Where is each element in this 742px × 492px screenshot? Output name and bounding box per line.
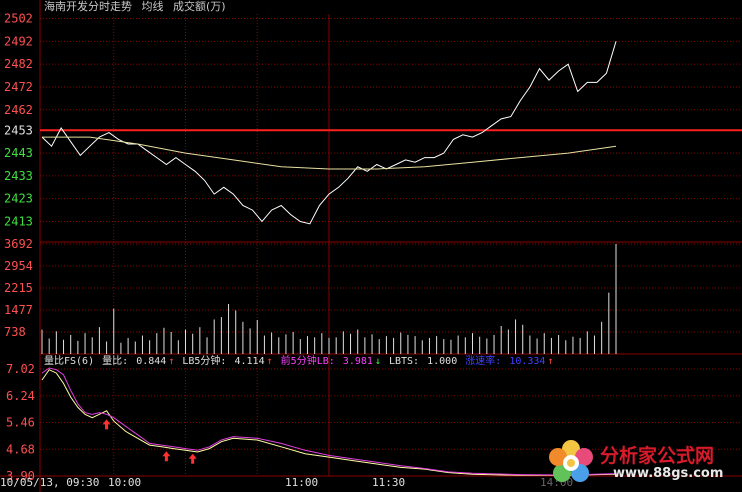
down-arrow-icon: ↓ [374, 356, 381, 367]
indicator-tick-label: 4.68 [6, 442, 35, 456]
buy-signal-arrow-icon [102, 419, 111, 430]
lb5-label: LB5分钟: [182, 356, 227, 367]
x-tick-1130: 11:30 [372, 476, 406, 489]
indicator-tick-label: 5.46 [6, 416, 35, 430]
price-tick-label: 2413 [4, 214, 33, 228]
indicator-readout: 量比FS(6) 量比: 0.844 ↑ LB5分钟: 4.114 ↑ 前5分钟LB:… [44, 355, 555, 369]
stock-title: 海南开发分时走势 [44, 0, 132, 13]
volume-label: 成交额(万) [173, 0, 226, 13]
prev5-label: 前5分钟LB: [280, 356, 335, 367]
volume-tick-label: 1477 [4, 303, 33, 317]
indicator-tick-label: 7.02 [6, 362, 35, 376]
watermark-brand: 分析家公式网 [600, 445, 715, 467]
watermark-url: www.88gs.com [613, 466, 724, 481]
prev5-value: 3.981 [342, 356, 373, 367]
x-axis-date-start: 10/05/13, 09:30 [0, 476, 100, 489]
indicator-name: 量比FS(6) [44, 356, 95, 367]
up-arrow-icon: ↑ [547, 356, 554, 367]
price-tick-label: 2492 [4, 34, 33, 48]
lbts-label: LBTS: [388, 356, 420, 367]
chart-title-bar: 海南开发分时走势 均线 成交额(万) [44, 0, 232, 14]
x-tick-1100: 11:00 [285, 476, 319, 489]
lb5-value: 4.114 [234, 356, 265, 367]
price-tick-label: 2453 [4, 123, 33, 137]
rate-value: 10.334 [509, 356, 546, 367]
volume-tick-label: 738 [4, 325, 26, 339]
avg-line-label: 均线 [141, 0, 164, 13]
price-tick-label: 2502 [4, 12, 33, 26]
volume-tick-label: 2954 [4, 259, 33, 273]
rate-label: 涨速率: [465, 356, 502, 367]
price-tick-label: 2423 [4, 192, 33, 206]
price-tick-label: 2433 [4, 169, 33, 183]
price-tick-label: 2482 [4, 57, 33, 71]
flower-logo-icon [549, 440, 593, 482]
price-tick-label: 2443 [4, 146, 33, 160]
up-arrow-icon: ↑ [168, 356, 175, 367]
buy-signal-arrow-icon [188, 453, 197, 464]
x-tick-1000: 10:00 [108, 476, 142, 489]
indicator-tick-label: 6.24 [6, 389, 35, 403]
lbts-value: 1.000 [427, 356, 458, 367]
price-tick-label: 2472 [4, 80, 33, 94]
vr-label: 量比: [102, 356, 129, 367]
up-arrow-icon: ↑ [266, 356, 273, 367]
intraday-chart-window[interactable]: 2502 2492 2482 2472 2462 2453 2443 2433 2423 2413… [0, 0, 742, 492]
buy-signal-arrow-icon [162, 451, 171, 462]
chart-canvas[interactable]: 2502 2492 2482 2472 2462 2453 2443 2433 2423 2413… [0, 0, 742, 492]
volume-tick-label: 2215 [4, 281, 33, 295]
vr-value: 0.844 [136, 356, 167, 367]
volume-tick-label: 3692 [4, 237, 33, 251]
price-tick-label: 2462 [4, 103, 33, 117]
